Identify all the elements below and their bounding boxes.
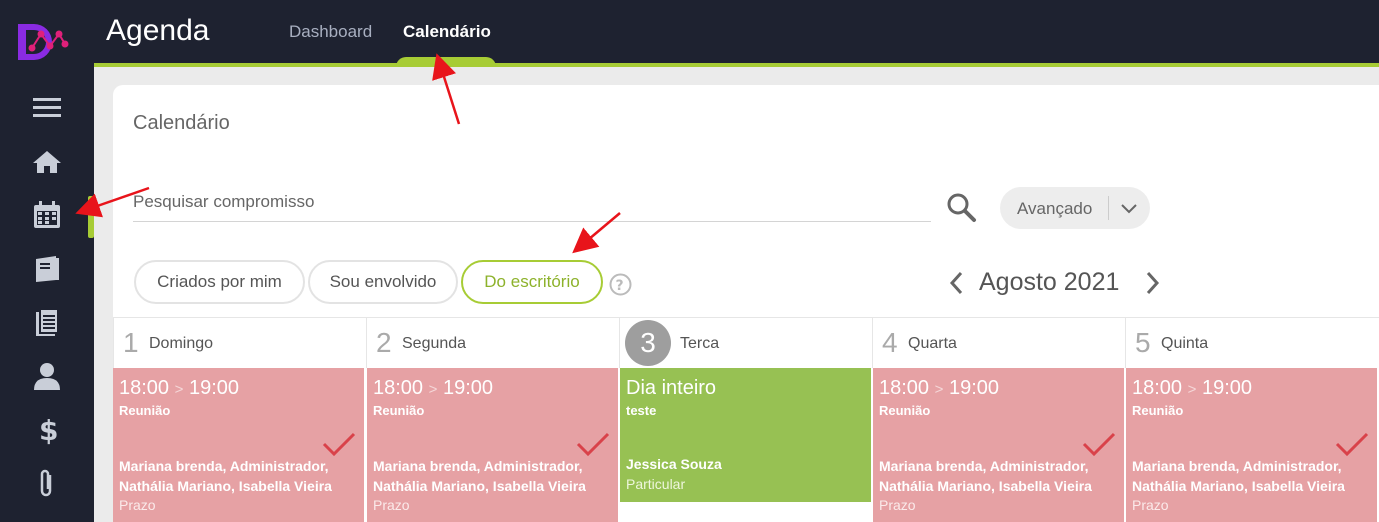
home-icon[interactable] xyxy=(28,143,66,181)
svg-text:?: ? xyxy=(616,278,624,294)
day-name: Quarta xyxy=(908,335,957,352)
day-header[interactable]: 4 Quarta xyxy=(872,317,1126,368)
event-type: Particular xyxy=(626,476,686,492)
event-people: Mariana brenda, Administrador, Nathália … xyxy=(879,458,1092,494)
event-time: 18:00 > 19:00 xyxy=(879,377,1000,399)
user-icon[interactable] xyxy=(28,357,66,395)
calendar-icon[interactable] xyxy=(28,196,66,234)
document-icon[interactable] xyxy=(28,304,66,342)
event-time: 18:00 > 19:00 xyxy=(1132,377,1253,399)
event-people: Mariana brenda, Administrador, Nathália … xyxy=(1132,458,1345,494)
check-icon xyxy=(1335,432,1369,458)
day-number: 4 xyxy=(882,327,898,358)
app-title: Agenda xyxy=(106,14,210,47)
event-type: Prazo xyxy=(879,497,916,513)
dollar-icon[interactable]: $ xyxy=(28,411,66,449)
check-icon xyxy=(576,432,610,458)
event-type: Prazo xyxy=(1132,497,1169,513)
month-label: Agosto 2021 xyxy=(979,268,1120,296)
filter-created-by-me[interactable]: Criados por mim xyxy=(134,260,305,304)
day-name: Domingo xyxy=(149,335,214,352)
advanced-divider xyxy=(1108,196,1109,220)
check-icon xyxy=(1082,432,1116,458)
event-card[interactable]: 18:00 > 19:00 Reunião Mariana brenda, Ad… xyxy=(113,368,364,522)
day-name: Terca xyxy=(680,335,720,352)
event-type: Prazo xyxy=(373,497,410,513)
chevron-left-icon[interactable] xyxy=(946,270,968,296)
top-bar xyxy=(94,0,1379,63)
event-card[interactable]: 18:00 > 19:00 Reunião Mariana brenda, Ad… xyxy=(873,368,1124,522)
svg-text:$: $ xyxy=(39,415,57,445)
chevron-right-icon[interactable] xyxy=(1141,270,1163,296)
event-title: Reunião xyxy=(373,403,425,418)
active-indicator xyxy=(88,196,94,238)
event-people: Mariana brenda, Administrador, Nathália … xyxy=(373,458,586,494)
event-people: Mariana brenda, Administrador, Nathália … xyxy=(119,458,332,494)
event-time: Dia inteiro xyxy=(626,377,717,399)
event-card[interactable]: Dia inteiro teste Jessica Souza Particul… xyxy=(620,368,871,502)
event-time: 18:00 > 19:00 xyxy=(373,377,494,399)
day-name: Segunda xyxy=(402,335,467,352)
event-title: Reunião xyxy=(879,403,931,418)
day-header[interactable]: 5 Quinta xyxy=(1125,317,1379,368)
event-title: teste xyxy=(626,403,657,418)
filter-involved[interactable]: Sou envolvido xyxy=(308,260,458,304)
event-card[interactable]: 18:00 > 19:00 Reunião Mariana brenda, Ad… xyxy=(367,368,618,522)
filter-office[interactable]: Do escritório xyxy=(461,260,603,304)
day-number: 5 xyxy=(1135,327,1151,358)
event-card[interactable]: 18:00 > 19:00 Reunião Mariana brenda, Ad… xyxy=(1126,368,1377,522)
event-time: 18:00 > 19:00 xyxy=(119,377,240,399)
day-number: 1 xyxy=(123,327,139,358)
tab-dashboard[interactable]: Dashboard xyxy=(289,22,372,42)
day-name: Quinta xyxy=(1161,335,1209,352)
day-header[interactable]: 1 Domingo xyxy=(113,317,367,368)
today-marker: 3 xyxy=(625,320,671,366)
advanced-search: Avançado xyxy=(1000,187,1150,229)
day-header-today[interactable]: 3 Terca xyxy=(619,317,873,368)
event-person: Jessica Souza xyxy=(626,456,722,472)
event-title: Reunião xyxy=(1132,403,1184,418)
day-number: 2 xyxy=(376,327,392,358)
check-icon xyxy=(322,432,356,458)
help-icon[interactable]: ? xyxy=(609,273,632,296)
advanced-button[interactable]: Avançado xyxy=(1017,199,1092,219)
search-icon[interactable] xyxy=(944,191,978,225)
day-header[interactable]: 2 Segunda xyxy=(366,317,620,368)
active-tab-indicator xyxy=(396,57,496,67)
event-type: Prazo xyxy=(119,497,156,513)
app-logo[interactable] xyxy=(14,20,70,64)
top-bar-accent-line xyxy=(94,63,1379,67)
tab-calendario[interactable]: Calendário xyxy=(403,22,491,42)
page-title: Calendário xyxy=(133,112,230,134)
event-title: Reunião xyxy=(119,403,171,418)
paperclip-icon[interactable] xyxy=(28,465,66,503)
search-input[interactable] xyxy=(133,182,931,222)
menu-icon[interactable] xyxy=(28,89,66,127)
notebook-icon[interactable] xyxy=(28,250,66,288)
chevron-down-icon[interactable] xyxy=(1118,199,1140,219)
